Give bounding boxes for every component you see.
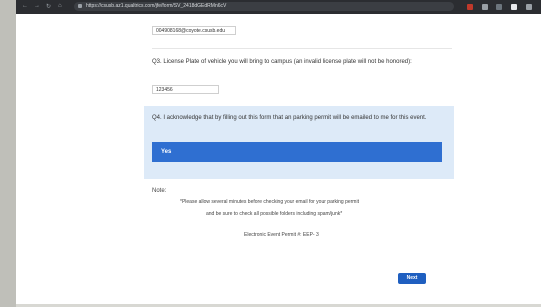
forward-icon[interactable]: → <box>34 3 40 9</box>
menu-icon[interactable] <box>526 4 532 10</box>
extension-icon[interactable] <box>467 4 473 10</box>
q3-label: Q3. License Plate of vehicle you will br… <box>152 59 412 65</box>
note-line-1: *Please allow several minutes before che… <box>180 199 359 205</box>
lock-icon <box>78 4 82 8</box>
star-icon[interactable] <box>482 4 488 10</box>
address-bar[interactable]: https://csusb.az1.qualtrics.com/jfe/form… <box>74 2 454 11</box>
url-text: https://csusb.az1.qualtrics.com/jfe/form… <box>86 3 227 9</box>
back-icon[interactable]: ← <box>22 3 28 9</box>
survey-page: 004908168@coyote.csusb.edu Q3. License P… <box>16 14 541 304</box>
note-title: Note: <box>152 188 167 194</box>
browser-toolbar: ← → ↻ ⌂ https://csusb.az1.qualtrics.com/… <box>16 0 541 14</box>
reload-icon[interactable]: ↻ <box>46 3 51 10</box>
license-plate-field[interactable]: 123456 <box>152 85 219 94</box>
yes-option[interactable]: Yes <box>152 142 442 162</box>
divider <box>152 48 452 49</box>
extension-icon[interactable] <box>511 4 517 10</box>
next-button[interactable]: Next <box>398 273 426 284</box>
permit-number: Electronic Event Permit #: EEP- 3 <box>244 232 319 238</box>
note-line-2: and be sure to check all possible folder… <box>206 211 343 217</box>
q4-label: Q4. I acknowledge that by filling out th… <box>152 115 427 121</box>
extension-icon[interactable] <box>496 4 502 10</box>
email-field[interactable]: 004908168@coyote.csusb.edu <box>152 26 236 35</box>
home-icon[interactable]: ⌂ <box>58 3 62 9</box>
q4-question-box: Q4. I acknowledge that by filling out th… <box>144 106 454 179</box>
